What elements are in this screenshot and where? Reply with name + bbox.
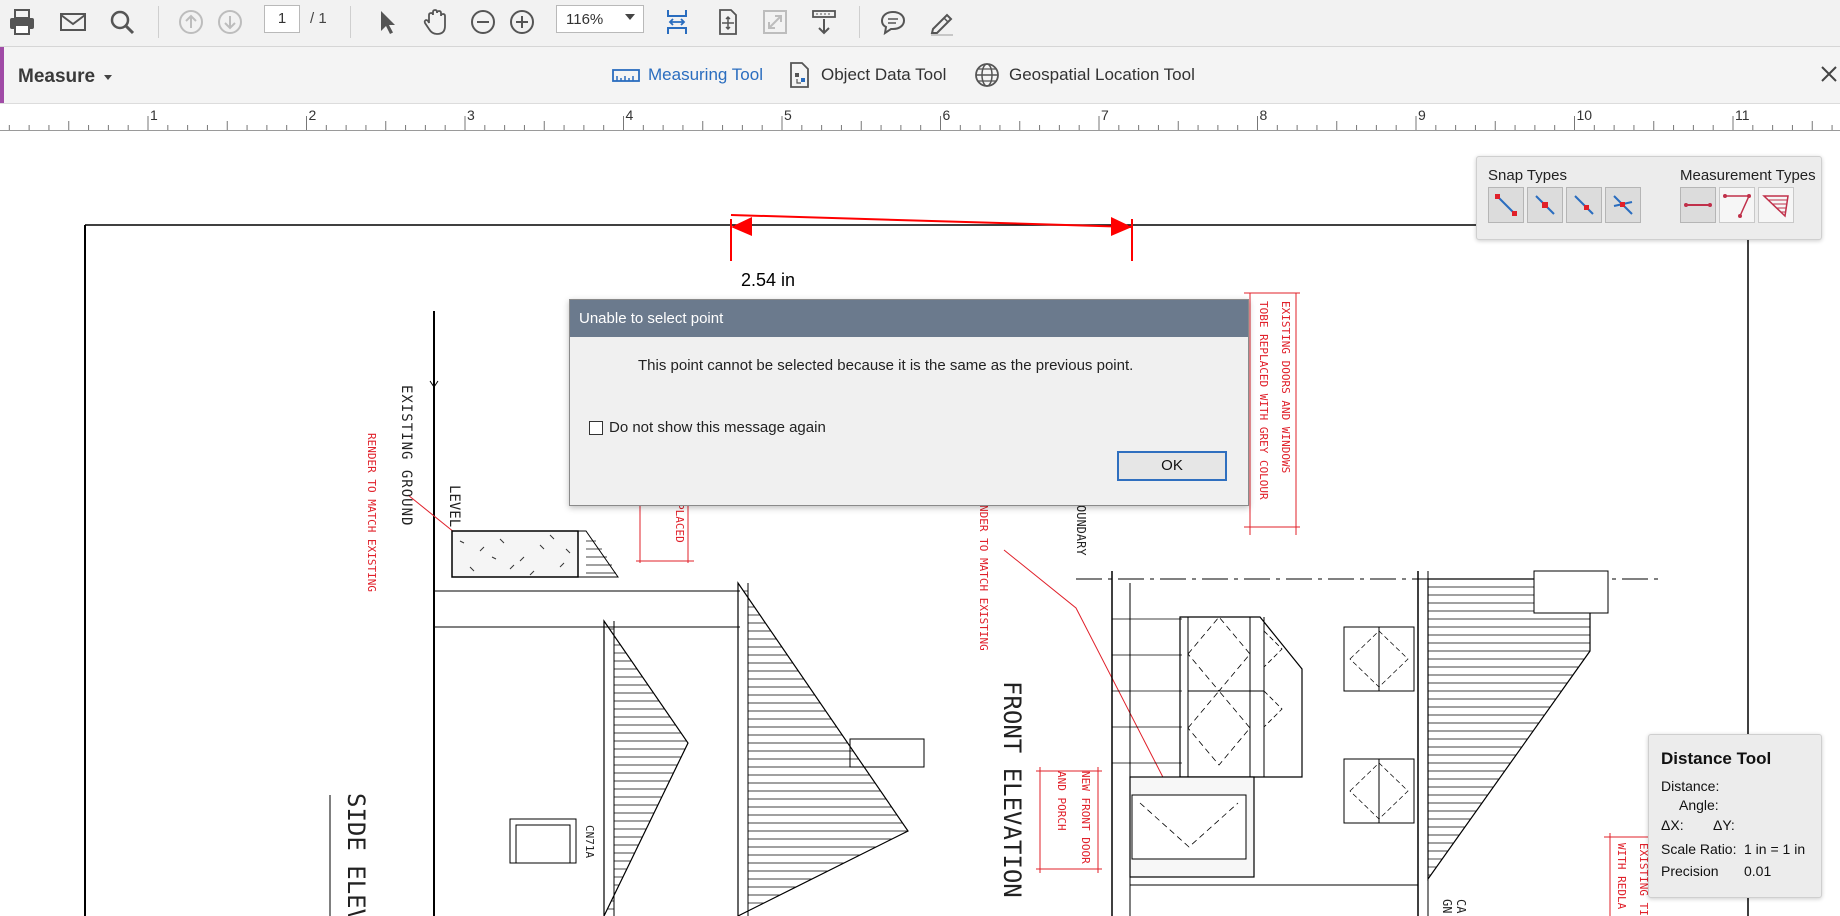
measure-toolbar: Measure Measuring Tool Object Data Tool …: [0, 47, 1840, 104]
measurement-types-label: Measurement Types: [1680, 167, 1816, 184]
ruler-label: 5: [784, 107, 792, 123]
object-data-tool-label: Object Data Tool: [821, 65, 947, 84]
hand-tool-icon[interactable]: [417, 4, 453, 40]
zoom-select[interactable]: 116%: [556, 5, 644, 33]
angle-label: Angle:: [1679, 797, 1719, 813]
distance-label: Distance:: [1661, 778, 1720, 794]
ruler-label: 2: [309, 107, 317, 123]
ruler-label: 1: [150, 107, 158, 123]
scale-ratio-label: Scale Ratio:: [1661, 841, 1737, 857]
snap-to-endpoints-icon[interactable]: [1488, 187, 1524, 223]
globe-icon: [973, 61, 1001, 89]
annotation-doors-line2: TOBE REPLACED WITH GREY COLOUR: [1257, 301, 1270, 500]
zoom-value: 116%: [566, 11, 604, 28]
annotation-render-mid: NDER TO MATCH EXISTING: [977, 505, 990, 651]
highlight-pen-icon[interactable]: [924, 4, 960, 40]
annotation-placed: PLACED: [673, 503, 686, 543]
comment-icon[interactable]: [875, 4, 911, 40]
annotation-side-elevation: SIDE ELEVA: [342, 793, 370, 916]
measuring-tool-button[interactable]: Measuring Tool: [612, 61, 763, 89]
scale-ratio-value: 1 in = 1 in: [1744, 841, 1806, 857]
distance-tool-title: Distance Tool: [1661, 749, 1772, 768]
zoom-out-icon[interactable]: [465, 4, 501, 40]
measure-accent-bar: [0, 47, 4, 103]
measurement-dimension: [730, 214, 1133, 261]
print-icon[interactable]: [4, 4, 40, 40]
page-number-input[interactable]: 1: [264, 5, 300, 33]
fit-width-icon[interactable]: [659, 4, 695, 40]
object-data-tool-button[interactable]: Object Data Tool: [787, 61, 946, 89]
perimeter-icon[interactable]: [1719, 187, 1755, 223]
close-icon[interactable]: [1816, 63, 1840, 87]
ruler-label: 11: [1735, 107, 1750, 123]
mail-icon[interactable]: [55, 4, 91, 40]
ruler-label: 8: [1260, 107, 1268, 123]
ruler-label: 10: [1577, 107, 1593, 123]
measuring-tool-label: Measuring Tool: [648, 65, 763, 84]
snap-measurement-panel: Snap Types Measurement Types: [1476, 156, 1822, 240]
ok-button[interactable]: OK: [1117, 451, 1227, 481]
annotation-render-left: RENDER TO MATCH EXISTING: [365, 433, 378, 592]
measure-menu[interactable]: Measure: [18, 66, 95, 88]
distance-tool-panel: Distance Tool Distance: Angle: ΔX: ΔY: S…: [1648, 734, 1822, 898]
precision-label: Precision: [1661, 863, 1719, 879]
ruler-label: 7: [1101, 107, 1109, 123]
dialog-message: This point cannot be selected because it…: [638, 357, 1134, 374]
geospatial-location-tool-button[interactable]: Geospatial Location Tool: [973, 61, 1195, 89]
annotation-existing-ground: EXISTING GROUND: [398, 385, 414, 527]
area-icon[interactable]: [1758, 187, 1794, 223]
ruler-label: 4: [626, 107, 634, 123]
geospatial-location-tool-label: Geospatial Location Tool: [1009, 65, 1195, 84]
ruler-label: 6: [943, 107, 951, 123]
zoom-in-icon[interactable]: [504, 4, 540, 40]
fit-page-icon[interactable]: [709, 4, 745, 40]
ruler-label: 9: [1418, 107, 1426, 123]
drawing-sheet: [84, 214, 1749, 916]
previous-page-icon[interactable]: [173, 4, 209, 40]
document-canvas[interactable]: 2.54 in EXISTING GROUND LEVEL RENDER TO …: [0, 131, 1840, 916]
full-screen-icon[interactable]: [757, 4, 793, 40]
checkbox-label: Do not show this message again: [609, 419, 826, 436]
annotation-with-redla: WITH REDLA: [1615, 843, 1628, 910]
horizontal-ruler: 1 2 3 4 5 6 7 8 9 10 11: [0, 104, 1840, 131]
dont-show-again-checkbox[interactable]: Do not show this message again: [589, 419, 826, 436]
snap-types-label: Snap Types: [1488, 167, 1567, 184]
snap-to-intersections-icon[interactable]: [1605, 187, 1641, 223]
annotation-and-porch: AND PORCH: [1055, 771, 1068, 831]
snap-to-midpoints-icon[interactable]: [1527, 187, 1563, 223]
chevron-down-icon: [625, 14, 635, 20]
main-toolbar: 1 / 1 116%: [0, 0, 1840, 47]
unable-to-select-point-dialog: Unable to select point This point cannot…: [569, 299, 1249, 506]
measure-caret-icon: [104, 75, 112, 80]
select-cursor-icon[interactable]: [368, 4, 404, 40]
checkbox-box[interactable]: [589, 420, 603, 435]
annotation-level: LEVEL: [446, 485, 462, 528]
annotation-gn: GN: [1440, 899, 1454, 914]
search-icon[interactable]: [104, 4, 140, 40]
annotation-boundary: OUNDARY: [1074, 505, 1088, 556]
measurement-label: 2.54 in: [741, 270, 796, 290]
annotation-front-elevation: FRONT ELEVATION: [998, 681, 1026, 898]
ruler-icon: [612, 65, 640, 85]
snap-to-paths-icon[interactable]: [1566, 187, 1602, 223]
ruler-ticks: 1 2 3 4 5 6 7 8 9 10 11: [8, 107, 1833, 130]
page-total: / 1: [310, 10, 327, 27]
annotation-doors-line1: EXISTING DOORS AND WINDOWS: [1279, 301, 1292, 474]
annotation-cn71a: CN71A: [583, 825, 596, 859]
dialog-title: Unable to select point: [570, 300, 1248, 337]
annotation-ca: CA: [1454, 899, 1468, 914]
scroll-mode-icon[interactable]: [806, 4, 842, 40]
next-page-icon[interactable]: [212, 4, 248, 40]
distance-icon[interactable]: [1680, 187, 1716, 223]
object-data-icon: [787, 61, 813, 89]
delta-y-label: ΔY:: [1713, 817, 1735, 833]
ruler-label: 3: [467, 107, 475, 123]
annotation-new-front-door: NEW FRONT DOOR: [1079, 771, 1092, 864]
delta-x-label: ΔX:: [1661, 817, 1684, 833]
precision-value: 0.01: [1744, 863, 1772, 879]
